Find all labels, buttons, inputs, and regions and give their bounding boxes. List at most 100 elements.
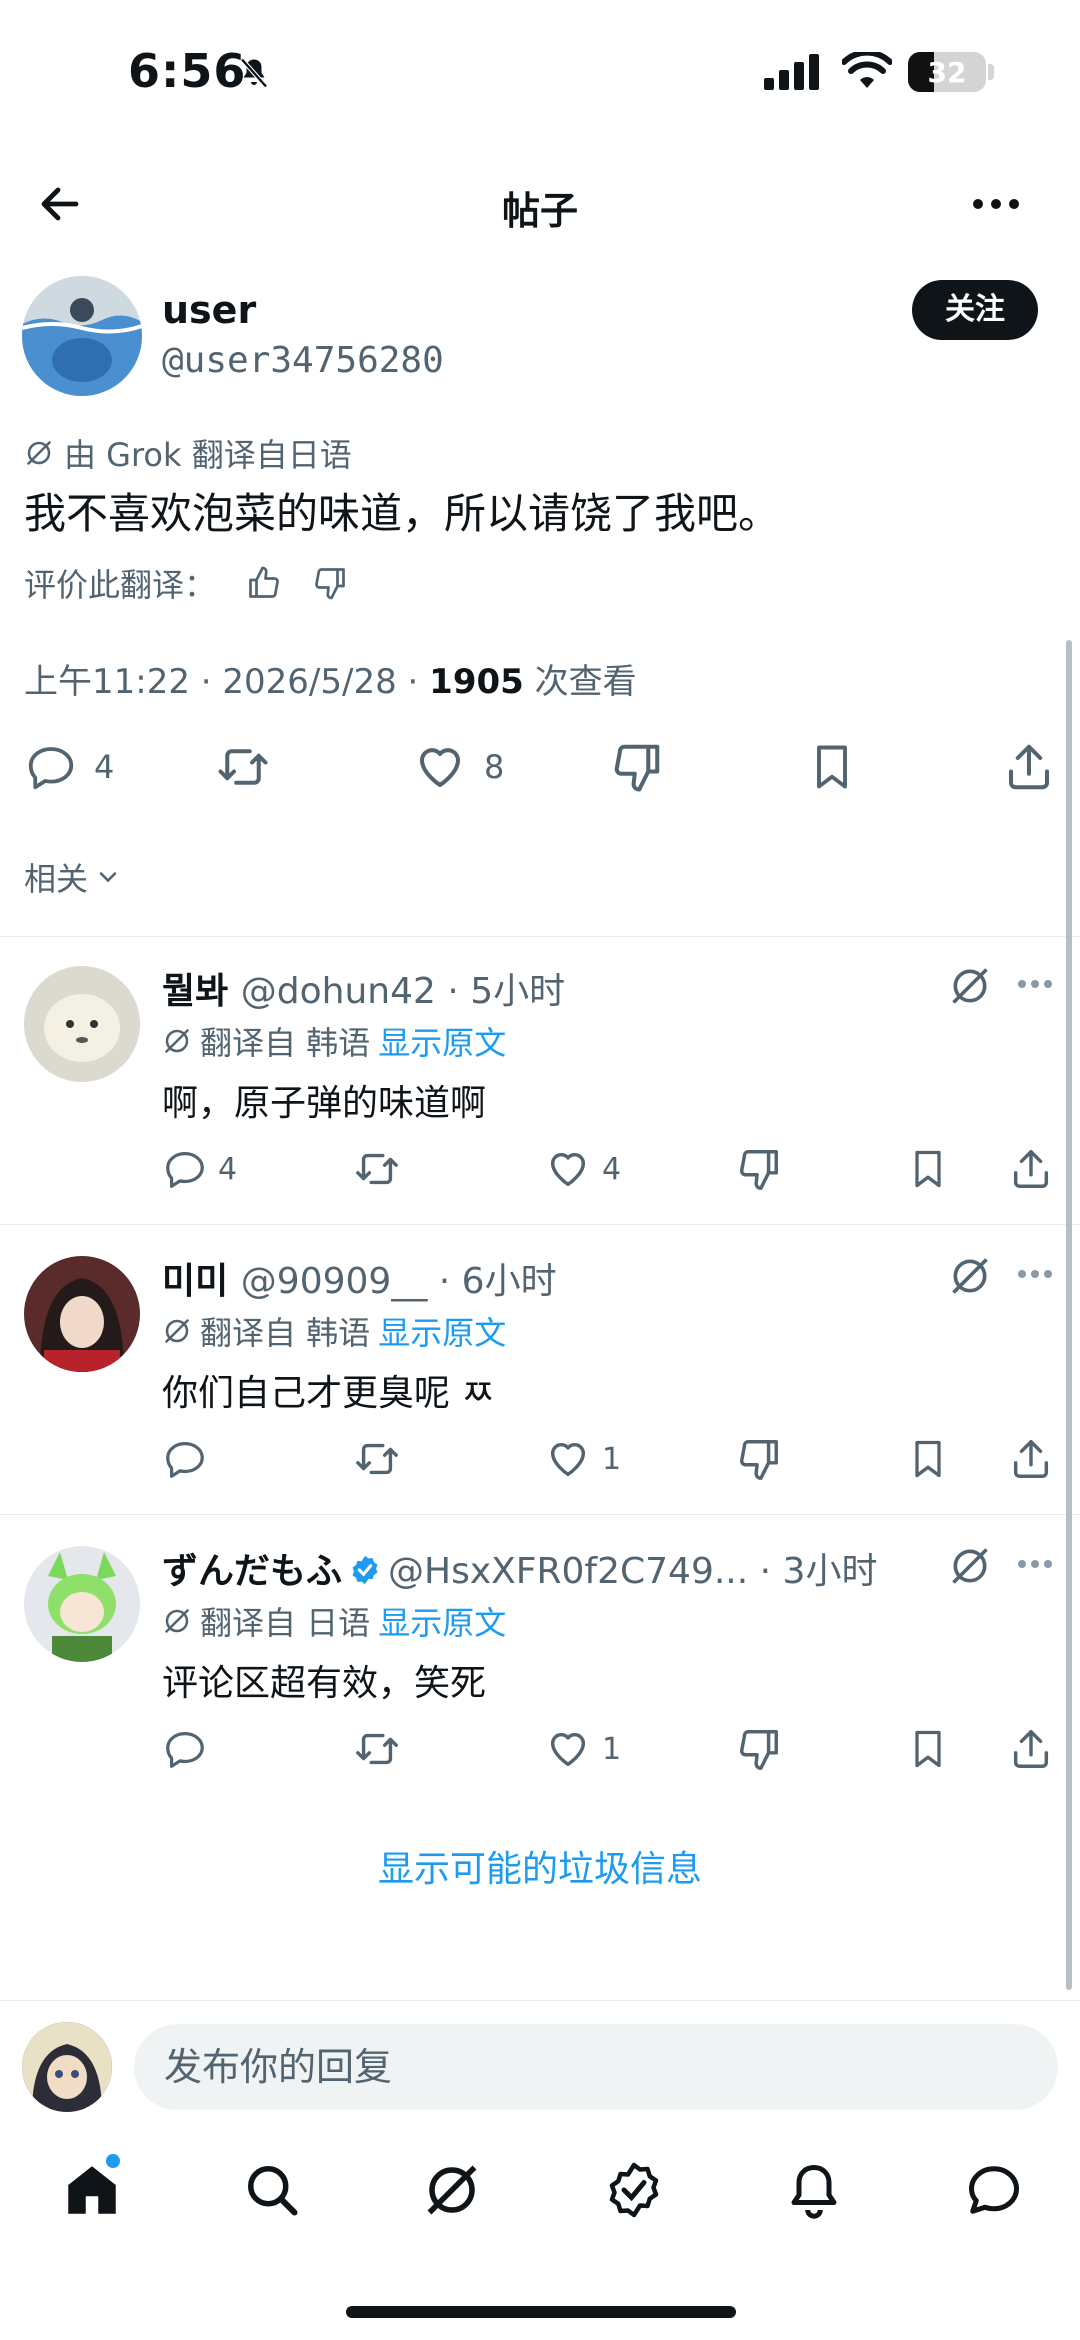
messages-icon[interactable] — [964, 2160, 1024, 2220]
view-count: 1905 — [429, 662, 524, 702]
more-options-icon[interactable] — [1016, 1558, 1054, 1570]
author-avatar[interactable] — [22, 276, 142, 396]
share-button[interactable] — [1008, 1726, 1054, 1772]
home-indicator[interactable] — [346, 2306, 736, 2318]
dislike-button[interactable] — [736, 1146, 782, 1192]
divider — [0, 936, 1080, 937]
reply-button[interactable] — [162, 1726, 208, 1772]
reply-button[interactable]: 4 — [24, 740, 114, 794]
share-icon — [1013, 1150, 1049, 1188]
thumbs-down-icon — [740, 1150, 778, 1190]
reply-icon — [166, 1442, 204, 1478]
thumbs-down-icon[interactable] — [312, 565, 348, 601]
verified-badge-icon — [352, 1555, 378, 1585]
more-options-icon[interactable] — [970, 196, 1022, 212]
grok-icon — [164, 1318, 190, 1344]
translation-note: 由 Grok 翻译自日语 — [24, 430, 352, 476]
reply-display-name: 미미 — [162, 1261, 229, 1302]
repost-button[interactable] — [352, 1146, 402, 1192]
repost-icon — [356, 1733, 398, 1765]
show-original-link[interactable]: 显示原文 — [378, 1308, 506, 1354]
show-spam-button[interactable]: 显示可能的垃圾信息 — [0, 1840, 1080, 1892]
scrollbar[interactable] — [1066, 640, 1072, 1990]
reply-display-name: 뭘봐 — [162, 971, 229, 1012]
like-button[interactable]: 1 — [544, 1726, 621, 1772]
reply-header[interactable]: ずんだもふ @HsxXFR0f2C749... · 3小时 — [162, 1542, 877, 1594]
grok-icon — [164, 1028, 190, 1054]
battery-indicator: 32 — [908, 52, 986, 92]
notifications-icon[interactable] — [784, 2160, 844, 2220]
reply-avatar[interactable] — [24, 1546, 140, 1662]
bookmark-button[interactable] — [906, 1436, 950, 1482]
grok-icon[interactable] — [948, 1544, 992, 1588]
reply-header[interactable]: 뭘봐 @dohun42 · 5小时 — [162, 962, 565, 1014]
bookmark-button[interactable] — [906, 1146, 950, 1192]
reply-translation-note: 翻译自 日语 显示原文 — [162, 1598, 506, 1644]
share-button[interactable] — [1008, 1146, 1054, 1192]
show-original-link[interactable]: 显示原文 — [378, 1598, 506, 1644]
like-button[interactable]: 8 — [412, 740, 504, 794]
repost-button[interactable] — [352, 1726, 402, 1772]
like-button[interactable]: 4 — [544, 1146, 621, 1192]
thumbs-up-icon[interactable] — [246, 565, 282, 601]
reply-icon — [166, 1732, 204, 1768]
more-options-icon[interactable] — [1016, 978, 1054, 990]
grok-icon[interactable] — [422, 2160, 482, 2220]
post-text: 我不喜欢泡菜的味道，所以请饶了我吧。 — [24, 489, 781, 538]
reply-input[interactable] — [134, 2024, 1058, 2110]
reply-translation-note: 翻译自 韩语 显示原文 — [162, 1018, 506, 1064]
reply-translation-note: 翻译自 韩语 显示原文 — [162, 1308, 506, 1354]
rate-translation: 评价此翻译： — [24, 560, 348, 606]
reply-text: 啊，原子弹的味道啊 — [162, 1083, 487, 1124]
share-button[interactable] — [1008, 1436, 1054, 1482]
search-icon[interactable] — [242, 2160, 302, 2220]
reply-icon — [28, 747, 74, 790]
heart-icon — [550, 1732, 586, 1767]
author-handle[interactable]: @user34756280 — [162, 340, 444, 381]
reply-actions: 1 — [0, 1726, 1080, 1776]
show-original-link[interactable]: 显示原文 — [378, 1018, 506, 1064]
status-time: 6:56 — [128, 44, 247, 98]
my-avatar[interactable] — [22, 2022, 112, 2112]
reply-header[interactable]: 미미 @90909__ · 6小时 — [162, 1252, 557, 1304]
reply-avatar[interactable] — [24, 1256, 140, 1372]
home-icon[interactable] — [62, 2160, 122, 2220]
reply-button[interactable] — [162, 1436, 208, 1482]
bookmark-icon — [915, 1730, 941, 1768]
cellular-signal-icon — [764, 54, 819, 90]
heart-icon — [419, 748, 461, 788]
heart-icon — [550, 1152, 586, 1187]
bookmark-button[interactable] — [806, 740, 858, 794]
bottom-tab-bar — [0, 2150, 1080, 2260]
related-dropdown[interactable]: 相关 — [24, 854, 122, 900]
more-options-icon[interactable] — [1016, 1268, 1054, 1280]
verified-badge-icon[interactable] — [604, 2160, 664, 2220]
thumbs-down-icon — [740, 1440, 778, 1480]
dislike-button[interactable] — [610, 740, 664, 794]
repost-button[interactable] — [214, 740, 272, 794]
repost-icon — [356, 1443, 398, 1475]
dislike-button[interactable] — [736, 1726, 782, 1772]
dislike-button[interactable] — [736, 1436, 782, 1482]
grok-icon[interactable] — [948, 964, 992, 1008]
reply-actions: 44 — [0, 1146, 1080, 1196]
bookmark-icon — [817, 745, 847, 789]
reply-time: · 6小时 — [427, 1261, 557, 1302]
reply-button[interactable]: 4 — [162, 1146, 237, 1192]
share-icon — [1013, 1730, 1049, 1768]
divider — [0, 1514, 1080, 1515]
share-button[interactable] — [1002, 740, 1056, 794]
reply-icon — [166, 1152, 204, 1188]
bookmark-button[interactable] — [906, 1726, 950, 1772]
repost-icon — [218, 749, 268, 785]
reply-handle: @90909__ — [240, 1261, 428, 1302]
grok-icon[interactable] — [948, 1254, 992, 1298]
author-display-name[interactable]: user — [162, 288, 256, 332]
like-button[interactable]: 1 — [544, 1436, 621, 1482]
reply-avatar[interactable] — [24, 966, 140, 1082]
reply-time: · 3小时 — [748, 1551, 878, 1592]
follow-button[interactable]: 关注 — [912, 280, 1038, 340]
rate-label: 评价此翻译： — [24, 566, 217, 604]
repost-button[interactable] — [352, 1436, 402, 1482]
notification-dot — [106, 2154, 120, 2168]
